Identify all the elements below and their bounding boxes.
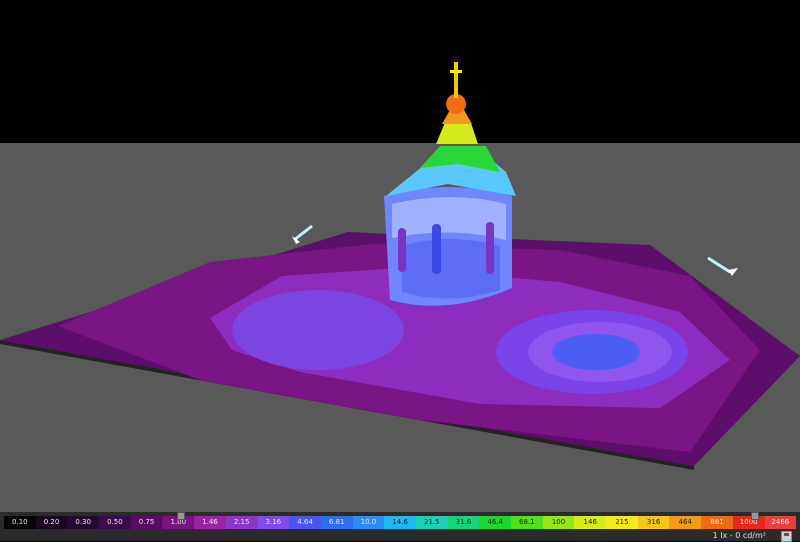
legend-swatch: 68.1 bbox=[511, 516, 543, 529]
legend-swatch: 464 bbox=[669, 516, 702, 529]
legend-swatch: 21.5 bbox=[415, 516, 448, 529]
chapel-window-center bbox=[432, 224, 441, 274]
status-text: 1 lx - 0 cd/m² bbox=[712, 531, 766, 540]
legend-max-marker[interactable] bbox=[751, 512, 759, 520]
legend-swatch: 0.30 bbox=[67, 516, 100, 529]
legend-swatch: 10.0 bbox=[352, 516, 385, 529]
legend-swatch: 0.20 bbox=[35, 516, 68, 529]
plane-light-zone-left bbox=[232, 290, 404, 370]
legend-swatch: 146 bbox=[574, 516, 607, 529]
save-icon[interactable] bbox=[781, 531, 792, 542]
legend-swatch: 0.75 bbox=[130, 516, 163, 529]
legend-swatch: 215 bbox=[606, 516, 638, 529]
legend-swatch: 0.10 bbox=[4, 516, 36, 529]
chapel-body-shade bbox=[402, 239, 500, 299]
chapel-window-right bbox=[486, 222, 494, 274]
legend-swatch: 2.15 bbox=[225, 516, 258, 529]
legend-strip: 0.10 0.20 0.30 0.50 0.75 1.00 1.46 2.15 3.16 4.64… bbox=[4, 516, 797, 529]
legend-swatch: 2466 bbox=[764, 516, 797, 529]
legend-swatch: 46.4 bbox=[479, 516, 511, 529]
legend-swatch: 4.64 bbox=[289, 516, 321, 529]
3d-viewport[interactable] bbox=[0, 0, 800, 512]
legend-swatch: 0.50 bbox=[99, 516, 131, 529]
legend-swatch: 681 bbox=[701, 516, 733, 529]
chapel-spire bbox=[454, 62, 458, 98]
legend-swatch: 3.16 bbox=[257, 516, 290, 529]
chapel-window-left bbox=[398, 228, 406, 272]
legend-swatch: 1000 bbox=[732, 516, 765, 529]
chapel-cross bbox=[450, 70, 462, 73]
plane-bright-spot bbox=[552, 334, 640, 370]
legend-swatch: 1.46 bbox=[194, 516, 226, 529]
legend-swatch: 14.6 bbox=[384, 516, 416, 529]
legend-swatch: 316 bbox=[637, 516, 670, 529]
false-color-legend: 0.10 0.20 0.30 0.50 0.75 1.00 1.46 2.15 3.16 4.64… bbox=[0, 512, 800, 542]
legend-swatch: 31.6 bbox=[447, 516, 480, 529]
legend-swatch: 100 bbox=[542, 516, 575, 529]
legend-swatch: 6.81 bbox=[320, 516, 353, 529]
sky-background bbox=[0, 0, 800, 143]
legend-min-marker[interactable] bbox=[177, 512, 185, 520]
